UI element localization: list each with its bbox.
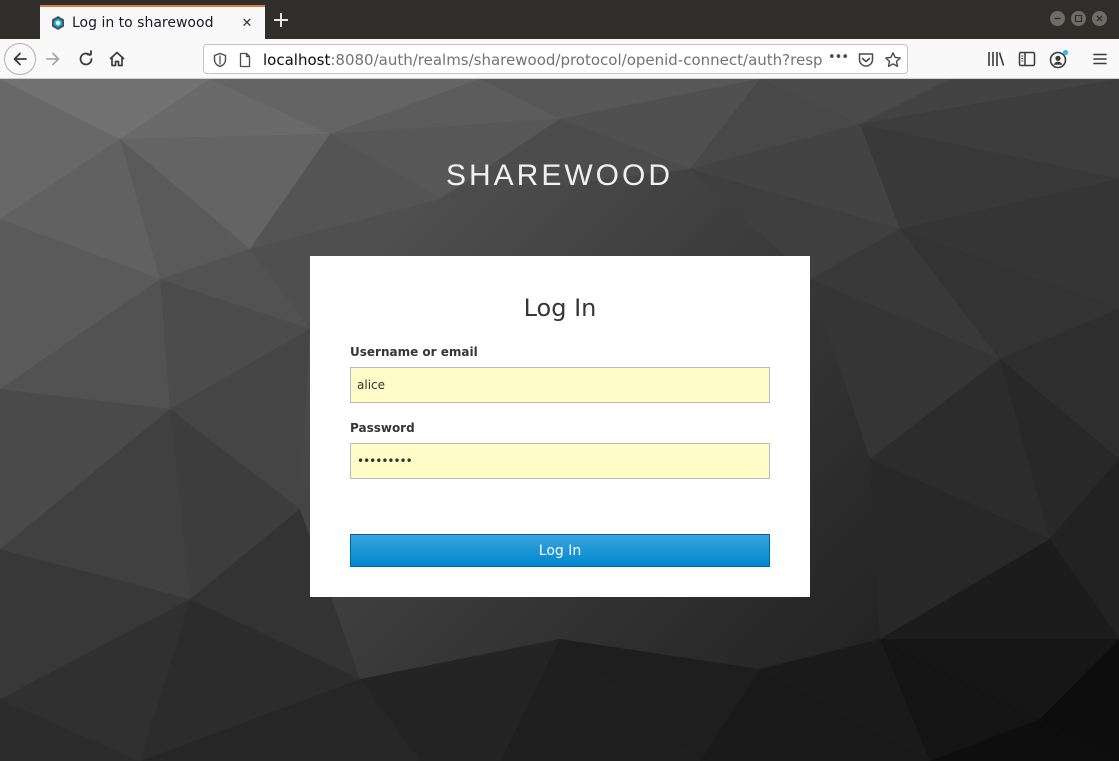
bookmark-star-icon[interactable] [884, 51, 902, 69]
password-input[interactable] [350, 443, 770, 479]
page-viewport: SHAREWOOD Log In Username or email Passw… [0, 79, 1119, 761]
close-window-button[interactable] [1092, 11, 1107, 26]
window-controls [1050, 11, 1107, 26]
sidebar-button[interactable] [1015, 47, 1039, 71]
pocket-icon[interactable] [857, 51, 875, 69]
shield-icon[interactable] [212, 52, 228, 68]
back-button[interactable] [4, 43, 36, 75]
reload-icon [79, 50, 93, 66]
account-icon [1049, 49, 1069, 69]
maximize-icon [1074, 14, 1083, 23]
realm-brand-title: SHAREWOOD [445, 159, 673, 192]
menu-icon [1093, 53, 1107, 65]
active-tab[interactable]: Log in to sharewood ✕ [40, 5, 265, 39]
url-text[interactable]: localhost:8080/auth/realms/sharewood/pro… [263, 51, 823, 69]
tab-strip: Log in to sharewood ✕ [0, 0, 1119, 39]
minimize-icon [1054, 17, 1061, 20]
address-bar[interactable]: localhost:8080/auth/realms/sharewood/pro… [203, 44, 908, 74]
username-label: Username or email [350, 345, 478, 359]
forward-button[interactable] [41, 47, 65, 71]
tab-close-button[interactable]: ✕ [239, 15, 255, 31]
password-label: Password [350, 421, 415, 435]
account-button[interactable] [1047, 47, 1071, 71]
url-path: :8080/auth/realms/sharewood/protocol/ope… [330, 51, 823, 69]
maximize-button[interactable] [1071, 11, 1086, 26]
tab-title: Log in to sharewood [72, 15, 214, 31]
menu-button[interactable] [1088, 47, 1112, 71]
home-icon [109, 51, 125, 67]
page-actions-menu[interactable]: ••• [828, 50, 849, 65]
library-button[interactable] [984, 47, 1008, 71]
library-icon [988, 52, 1005, 66]
new-tab-button[interactable] [271, 10, 291, 30]
back-icon [13, 52, 27, 66]
login-button[interactable]: Log In [350, 534, 770, 567]
new-tab-icon [274, 13, 288, 27]
reload-button[interactable] [74, 47, 98, 71]
navigation-toolbar: localhost:8080/auth/realms/sharewood/pro… [0, 39, 1119, 79]
sidebar-icon [1018, 51, 1036, 67]
close-window-icon [1096, 15, 1103, 22]
login-card: Log In Username or email Password Log In [310, 256, 810, 597]
minimize-button[interactable] [1050, 11, 1065, 26]
login-heading: Log In [523, 294, 597, 322]
username-input[interactable] [350, 367, 770, 403]
forward-icon [46, 52, 60, 66]
url-host: localhost [263, 51, 331, 69]
keycloak-favicon-icon [52, 16, 64, 30]
page-icon[interactable] [237, 52, 253, 68]
home-button[interactable] [105, 47, 129, 71]
